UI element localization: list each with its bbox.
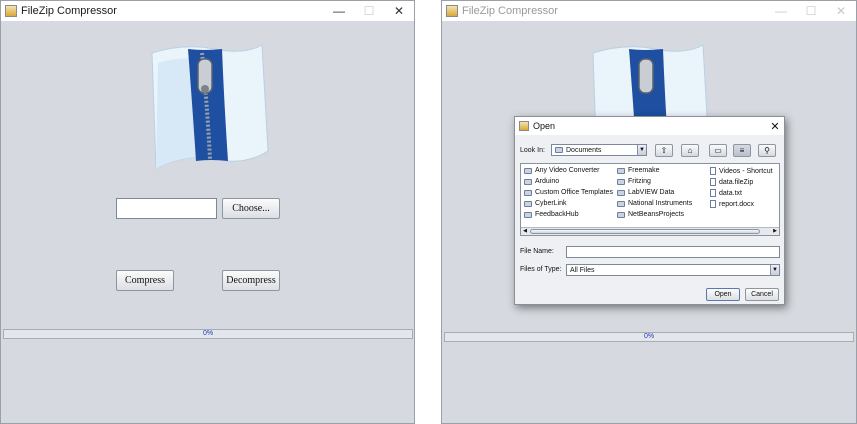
files-of-type-label: Files of Type: (520, 266, 562, 273)
open-button[interactable]: Open (706, 288, 740, 301)
up-folder-icon: ⇧ (660, 146, 668, 155)
scroll-right-icon[interactable]: ▶ (771, 228, 779, 235)
filezip-window-with-dialog: FileZip Compressor — ☐ ✕ 0% Open ✕ Look … (441, 0, 857, 424)
list-view-button[interactable]: ≡ (733, 144, 751, 157)
new-folder-icon: ▭ (714, 146, 722, 155)
up-folder-button[interactable]: ⇧ (655, 144, 673, 157)
horizontal-scrollbar[interactable]: ◀ ▶ (521, 227, 779, 235)
list-item[interactable]: Any Video Converter (524, 167, 599, 174)
scroll-left-icon[interactable]: ◀ (521, 228, 529, 235)
file-icon (710, 189, 716, 197)
compress-button[interactable]: Compress (116, 270, 174, 291)
scrollbar-thumb[interactable] (530, 229, 760, 234)
list-item[interactable]: Custom Office Templates (524, 189, 613, 196)
files-of-type-value: All Files (570, 266, 595, 274)
home-button[interactable]: ⌂ (681, 144, 699, 157)
dialog-close-button[interactable]: ✕ (766, 120, 784, 133)
list-item[interactable]: LabVIEW Data (617, 189, 674, 196)
list-item[interactable]: data.txt (710, 189, 742, 197)
list-item[interactable]: data.fileZip (710, 178, 753, 186)
list-item[interactable]: National Instruments (617, 200, 692, 207)
folder-icon (524, 211, 532, 218)
new-folder-button[interactable]: ▭ (709, 144, 727, 157)
title-bar[interactable]: FileZip Compressor — ☐ ✕ (1, 1, 414, 21)
home-icon: ⌂ (687, 146, 693, 155)
choose-button[interactable]: Choose... (222, 198, 280, 219)
folder-icon (524, 200, 532, 207)
list-item[interactable]: report.docx (710, 200, 754, 208)
list-item[interactable]: FeedbackHub (524, 211, 579, 218)
maximize-button[interactable]: ☐ (796, 1, 826, 21)
look-in-select[interactable]: Documents ▼ (551, 144, 647, 156)
folder-icon (617, 167, 625, 174)
cancel-button[interactable]: Cancel (745, 288, 779, 301)
list-item[interactable]: Arduino (524, 178, 559, 185)
file-name-label: File Name: (520, 248, 554, 255)
folder-icon (524, 189, 532, 196)
java-app-icon (519, 121, 529, 131)
close-button[interactable]: ✕ (826, 1, 856, 21)
decompress-button[interactable]: Decompress (222, 270, 280, 291)
file-name-input[interactable] (566, 246, 780, 258)
folder-icon (524, 178, 532, 185)
folder-icon (617, 200, 625, 207)
list-item[interactable]: CyberLink (524, 200, 567, 207)
file-icon (710, 200, 716, 208)
title-bar[interactable]: FileZip Compressor — ☐ ✕ (442, 1, 856, 21)
open-file-dialog: Open ✕ Look In: Documents ▼ ⇧ ⌂ ▭ ≡ ⚲ An… (514, 116, 785, 305)
folder-icon (524, 167, 532, 174)
folder-icon (617, 178, 625, 185)
chevron-down-icon: ▼ (770, 265, 779, 275)
java-app-icon (5, 5, 17, 17)
list-item[interactable]: Videos - Shortcut (710, 167, 773, 175)
filezip-window: FileZip Compressor — ☐ ✕ Choose... Compr… (0, 0, 415, 424)
zip-logo-icon (151, 44, 269, 170)
list-item[interactable]: NetBeansProjects (617, 211, 684, 218)
details-view-button[interactable]: ⚲ (758, 144, 776, 157)
folder-icon (555, 147, 563, 153)
shortcut-icon (710, 167, 716, 175)
list-item[interactable]: Freemake (617, 167, 660, 174)
list-item[interactable]: Fritzing (617, 178, 651, 185)
window-title: FileZip Compressor (462, 5, 558, 17)
look-in-value: Documents (566, 146, 602, 154)
chevron-down-icon: ▼ (637, 145, 646, 155)
file-list[interactable]: Any Video Converter Arduino Custom Offic… (520, 163, 780, 236)
files-of-type-select[interactable]: All Files ▼ (566, 264, 780, 276)
file-icon (710, 178, 716, 186)
folder-icon (617, 211, 625, 218)
minimize-button[interactable]: — (324, 1, 354, 21)
list-view-icon: ≡ (739, 146, 745, 155)
close-button[interactable]: ✕ (384, 1, 414, 21)
progress-bar: 0% (3, 329, 413, 339)
look-in-label: Look In: (520, 147, 545, 154)
minimize-button[interactable]: — (766, 1, 796, 21)
dialog-title-bar[interactable]: Open ✕ (515, 117, 784, 135)
window-title: FileZip Compressor (21, 5, 117, 17)
folder-icon (617, 189, 625, 196)
progress-bar: 0% (444, 332, 854, 342)
details-view-icon: ⚲ (764, 146, 770, 155)
dialog-title: Open (533, 121, 556, 131)
java-app-icon (446, 5, 458, 17)
maximize-button[interactable]: ☐ (354, 1, 384, 21)
file-path-input[interactable] (116, 198, 217, 219)
